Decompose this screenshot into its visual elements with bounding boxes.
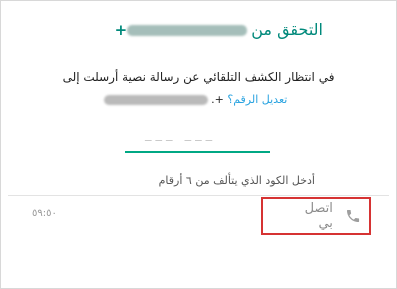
redacted-phone-number (127, 24, 248, 36)
phone-edit-line: تعديل الرقم؟ +. (0, 93, 397, 106)
title-phone-number: + (115, 21, 248, 39)
call-me-button[interactable]: اتصل بي (261, 197, 371, 235)
divider (8, 195, 389, 196)
code-input[interactable]: ___ ___ (145, 127, 216, 142)
phone-icon (346, 209, 359, 223)
description-phone-number: +. (103, 93, 224, 106)
resend-timer: ٥٩:٥٠ (32, 208, 57, 219)
code-hint-text: أدخل الكود الذي يتألف من ٦ أرقام (158, 174, 315, 187)
page-title: التحقق من + (115, 20, 323, 39)
title-text: التحقق من (251, 20, 323, 39)
description-phone-prefix: +. (211, 93, 224, 106)
call-me-label: اتصل بي (304, 201, 333, 231)
edit-number-link[interactable]: تعديل الرقم؟ (227, 93, 287, 106)
code-input-underline (125, 151, 270, 153)
waiting-sms-text: في انتظار الكشف التلقائي عن رسالة نصية أ… (62, 70, 335, 84)
title-phone-prefix: + (114, 20, 128, 39)
redacted-phone-number (103, 95, 208, 105)
verification-dialog (0, 0, 397, 289)
